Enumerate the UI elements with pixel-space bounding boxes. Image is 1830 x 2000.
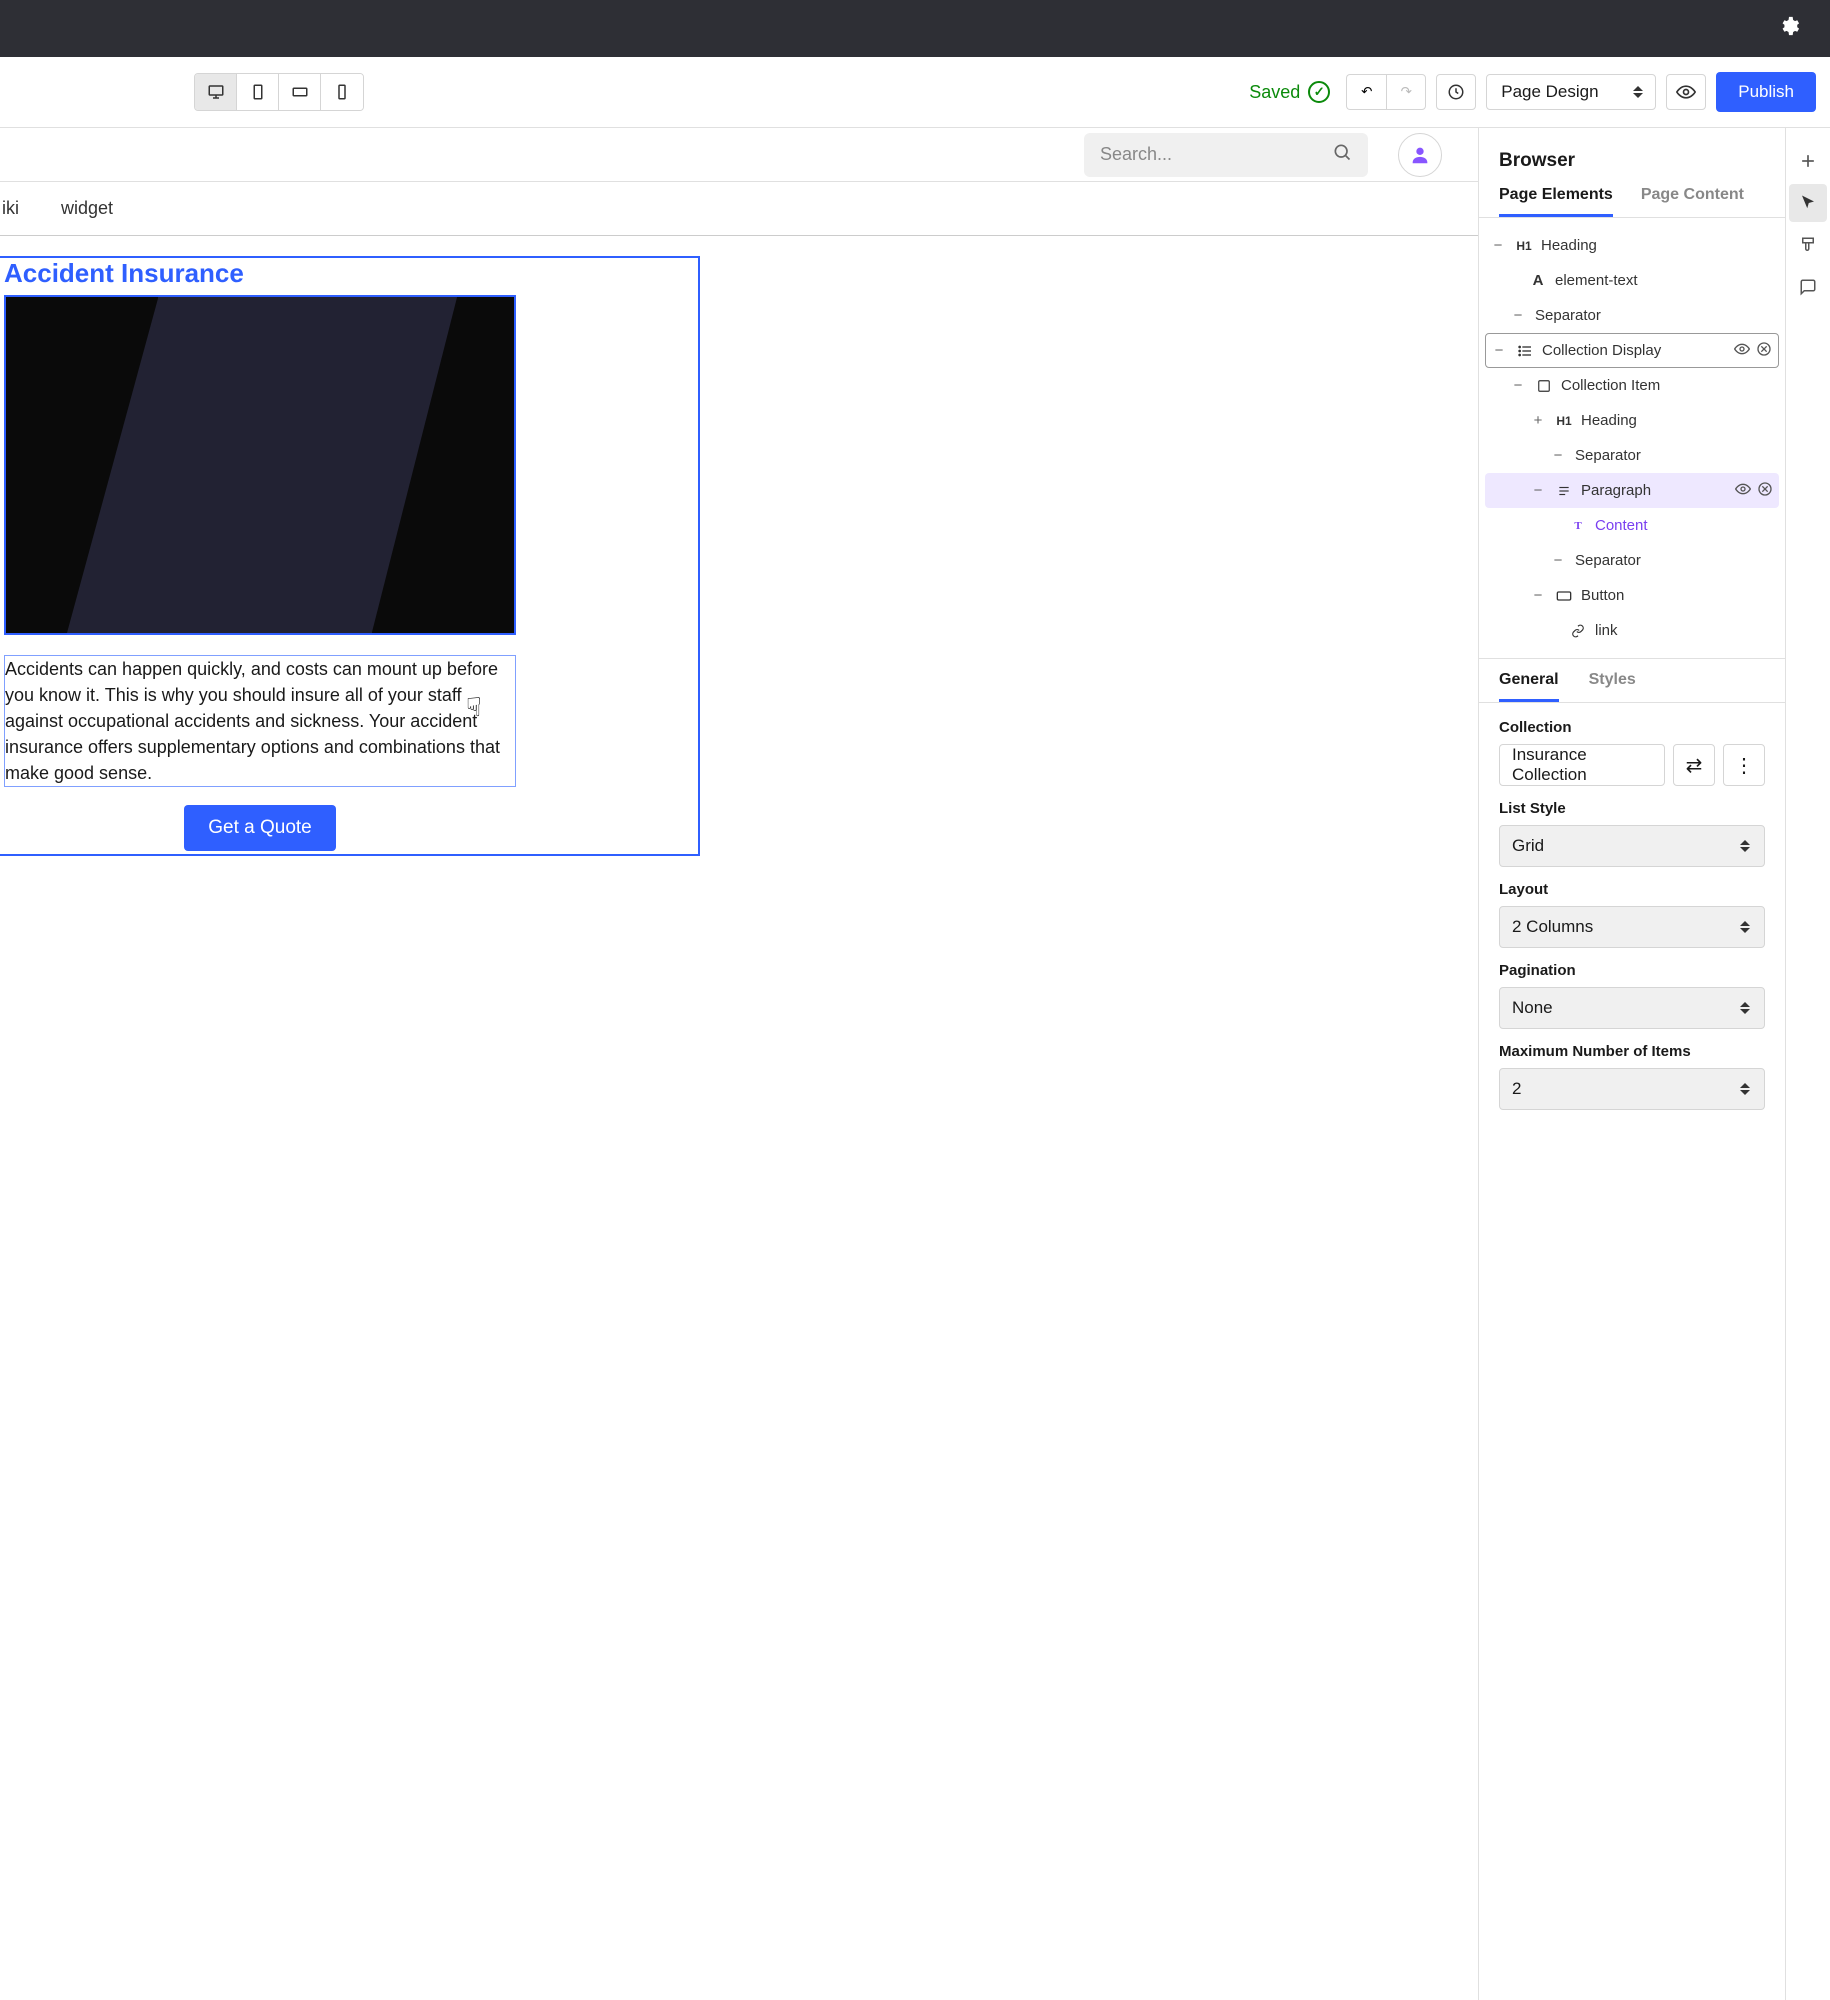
h1-icon: H1 [1515,239,1533,253]
get-quote-button[interactable]: Get a Quote [184,805,336,851]
canvas-header [0,128,1478,182]
device-selector [194,73,364,111]
panel-title: Browser [1479,128,1785,186]
mode-select-label: Page Design [1501,82,1598,102]
saved-status: Saved ✓ [1249,81,1330,103]
search-field[interactable] [1100,144,1332,165]
publish-button[interactable]: Publish [1716,72,1816,112]
tab-general[interactable]: General [1499,671,1559,702]
gear-icon[interactable] [1778,15,1800,43]
tree-item-button[interactable]: − Button [1485,578,1779,613]
panel-tabs: Page Elements Page Content [1479,186,1785,218]
max-input[interactable]: 2 [1499,1068,1765,1110]
device-tablet-portrait[interactable] [237,74,279,110]
history-button[interactable] [1436,74,1476,110]
preview-button[interactable] [1666,74,1706,110]
tree-item-heading[interactable]: − H1 Heading [1485,228,1779,263]
collection-input[interactable]: Insurance Collection [1499,744,1665,786]
h1-icon: H1 [1555,414,1573,428]
card-image [4,295,516,635]
collapse-icon[interactable]: − [1509,377,1527,394]
tree-item-collection-display[interactable]: − Collection Display [1485,333,1779,368]
list-icon [1516,343,1534,359]
canvas: iki widget rty resulting from so covers … [0,128,1479,2000]
paragraph-icon [1555,484,1573,498]
card-title: Accident Insurance [4,258,516,295]
device-tablet-landscape[interactable] [279,74,321,110]
collapse-icon[interactable]: − [1529,482,1547,499]
collapse-icon[interactable]: − [1549,552,1567,569]
expand-icon[interactable]: + [1529,412,1547,429]
collapse-icon[interactable]: − [1529,587,1547,604]
check-circle-icon: ✓ [1308,81,1330,103]
mode-select[interactable]: Page Design [1486,74,1656,110]
collapse-icon[interactable]: − [1490,342,1508,359]
eye-icon[interactable] [1734,341,1750,361]
tree-item-paragraph[interactable]: − Paragraph [1485,473,1779,508]
delete-icon[interactable] [1756,341,1772,361]
collection-label: Collection [1499,719,1765,736]
device-mobile[interactable] [321,74,363,110]
undo-button[interactable]: ↶ [1346,74,1386,110]
eye-icon[interactable] [1735,481,1751,501]
tab-styles[interactable]: Styles [1589,671,1636,702]
tree-item-separator[interactable]: − Separator [1485,438,1779,473]
liststyle-select[interactable]: Grid [1499,825,1765,867]
tree-item-collection-item[interactable]: − Collection Item [1485,368,1779,403]
tree-item-separator[interactable]: − Separator [1485,298,1779,333]
device-desktop[interactable] [195,74,237,110]
max-label: Maximum Number of Items [1499,1043,1765,1060]
tree-item-element-text[interactable]: A element-text [1485,263,1779,298]
nav-item[interactable]: iki [0,198,21,219]
tab-page-elements[interactable]: Page Elements [1499,186,1613,217]
cursor-icon[interactable] [1789,184,1827,222]
avatar[interactable] [1398,133,1442,177]
search-icon [1332,142,1352,167]
tab-page-content[interactable]: Page Content [1641,186,1744,217]
text-icon: A [1529,272,1547,289]
layout-label: Layout [1499,881,1765,898]
redo-button[interactable]: ↷ [1386,74,1426,110]
comment-icon[interactable] [1789,268,1827,306]
swap-icon[interactable]: ⇄ [1673,744,1715,786]
tree-item-separator[interactable]: − Separator [1485,543,1779,578]
tree-item-content[interactable]: T Content [1485,508,1779,543]
link-icon [1569,624,1587,638]
collapse-icon[interactable]: − [1489,237,1507,254]
properties-panel: General Styles Collection Insurance Coll… [1479,658,1785,1126]
paint-icon[interactable] [1789,226,1827,264]
text-field-icon: T [1569,520,1587,532]
editor-toolbar: Saved ✓ ↶ ↷ Page Design Publish [0,57,1830,128]
app-top-bar [0,0,1830,57]
layout-select[interactable]: 2 Columns [1499,906,1765,948]
add-icon[interactable] [1789,142,1827,180]
pagination-select[interactable]: None [1499,987,1765,1029]
button-icon [1555,590,1573,602]
collection-display-frame[interactable]: rty resulting from so covers loss of sal… [0,256,700,856]
nav-row: iki widget [0,182,1478,236]
element-tree: − H1 Heading A element-text − Separator … [1479,218,1785,658]
pagination-label: Pagination [1499,962,1765,979]
tree-item-heading[interactable]: + H1 Heading [1485,403,1779,438]
more-icon[interactable]: ⋮ [1723,744,1765,786]
saved-label: Saved [1249,82,1300,103]
browser-panel: Browser Page Elements Page Content − H1 … [1479,128,1786,2000]
tree-item-link[interactable]: link [1485,613,1779,648]
collapse-icon[interactable]: − [1509,307,1527,324]
nav-item[interactable]: widget [59,198,115,219]
item-icon [1535,379,1553,393]
collection-card: Accident Insurance Accidents can happen … [4,258,516,854]
right-rail [1786,128,1830,2000]
collapse-icon[interactable]: − [1549,447,1567,464]
liststyle-label: List Style [1499,800,1765,817]
card-description: Accidents can happen quickly, and costs … [4,655,516,787]
search-input[interactable] [1084,133,1368,177]
delete-icon[interactable] [1757,481,1773,501]
